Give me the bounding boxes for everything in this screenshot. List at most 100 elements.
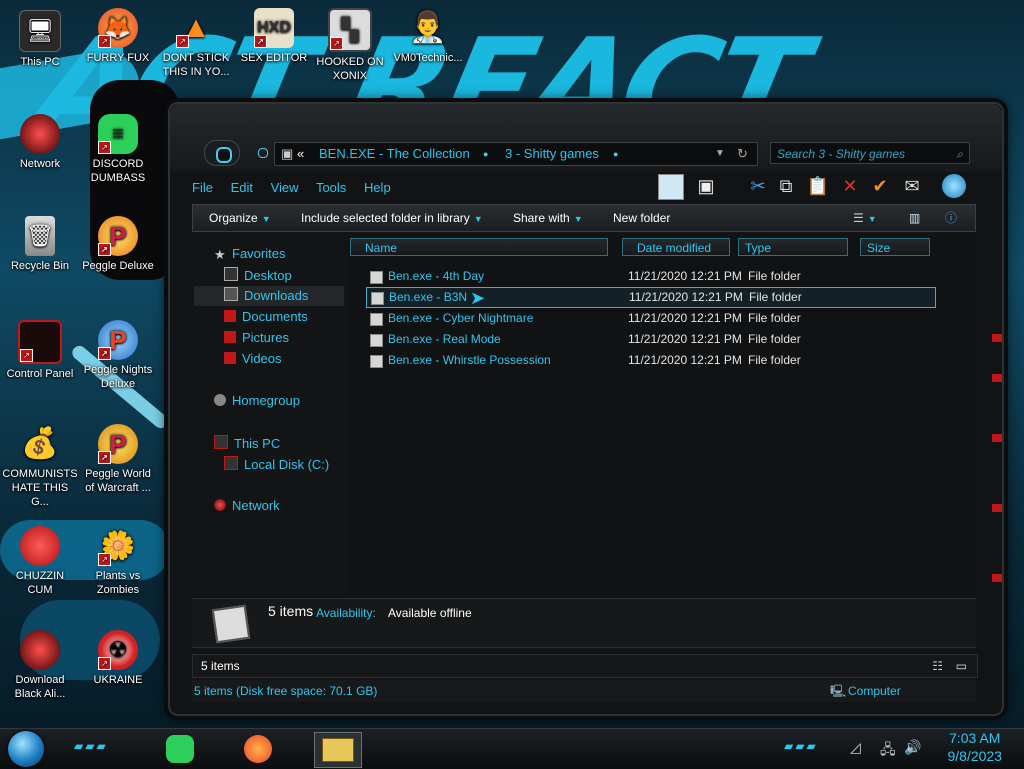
table-row[interactable]: Ben.exe - Real Mode 11/21/2020 12:21 PM …	[366, 330, 934, 349]
breadcrumb-overflow[interactable]: «	[297, 143, 304, 165]
chuzzle-icon	[20, 526, 60, 566]
desktop-icon-peggle-nights[interactable]: ↗ P Peggle Nights Deluxe	[80, 320, 156, 391]
desktop-icon-peggle-deluxe[interactable]: ↗ P Peggle Deluxe	[80, 216, 156, 273]
control-panel-icon: ↗	[18, 320, 62, 364]
drive-icon	[224, 456, 238, 470]
desktop-icon-plants-vs-zombies[interactable]: ↗ 🌼 Plants vs Zombies	[80, 526, 156, 597]
preview-pane-toggle-icon[interactable]: ▥	[909, 205, 920, 231]
nav-local-disk[interactable]: Local Disk (C:)	[224, 456, 329, 472]
checkmark-icon[interactable]: ✔	[868, 174, 892, 198]
desktop-icon-dont-stick[interactable]: ↗ ▲ DONT STICK THIS IN YO...	[158, 8, 234, 79]
desktop-icon-network[interactable]: Network	[2, 114, 78, 171]
system-clock[interactable]: 7:03 AM 9/8/2023	[948, 729, 1003, 765]
desktop-icon-download-black[interactable]: Download Black Ali...	[2, 630, 78, 701]
menu-view[interactable]: View	[271, 180, 299, 195]
desktop-icon-label: DISCORD DUMBASS	[90, 158, 146, 184]
menu-file[interactable]: File	[192, 180, 213, 195]
desktop-icon-control-panel[interactable]: ↗ Control Panel	[2, 320, 78, 381]
nav-network[interactable]: Network	[214, 498, 280, 513]
details-view-icon[interactable]: ☷	[932, 655, 943, 677]
details-pane: 5 items Availability: Available offline	[192, 598, 976, 648]
new-folder-button[interactable]: New folder	[613, 205, 670, 231]
copy-icon[interactable]: ⧉	[774, 174, 798, 198]
file-name: Ben.exe - Cyber Nightmare	[388, 311, 534, 325]
flower-icon: ↗ 🌼	[98, 526, 138, 566]
nav-downloads[interactable]: Downloads	[194, 286, 344, 306]
table-row[interactable]: Ben.exe - Whirstle Possession 11/21/2020…	[366, 351, 934, 370]
details-item-count: 5 items	[268, 603, 314, 619]
taskbar-explorer[interactable]	[314, 732, 362, 768]
search-icon[interactable]: ⌕	[956, 143, 963, 165]
address-bar[interactable]: ▣ « BEN.EXE - The Collection ● 3 - Shitt…	[274, 142, 758, 166]
folder-options-icon[interactable]: ▣	[694, 174, 718, 198]
file-type: File folder	[748, 332, 801, 346]
breadcrumb-collection[interactable]: BEN.EXE - The Collection	[319, 143, 470, 165]
help-icon[interactable]: ⓘ	[945, 205, 957, 231]
desktop-icon-sex-editor[interactable]: ↗ HXD SEX EDITOR	[236, 8, 312, 65]
desktop-icon-ukraine[interactable]: ↗ ☢ UKRAINE	[80, 630, 156, 687]
table-row[interactable]: Ben.exe - Cyber Nightmare 11/21/2020 12:…	[366, 309, 934, 328]
desktop-icon-label: HOOKED ON XONIX	[316, 56, 384, 82]
delete-icon[interactable]: ✕	[838, 174, 862, 198]
include-library-button[interactable]: Include selected folder in library ▼	[301, 205, 483, 232]
organize-button[interactable]: Organize ▼	[209, 205, 271, 232]
paste-icon[interactable]: 📋	[806, 174, 830, 198]
nav-desktop[interactable]: Desktop	[224, 267, 292, 283]
breadcrumb-separator-icon[interactable]: ●	[613, 143, 618, 165]
nav-this-pc[interactable]: This PC	[214, 435, 280, 451]
nav-pictures[interactable]: Pictures	[224, 330, 289, 345]
refresh-icon[interactable]: ↻	[737, 143, 748, 165]
file-name: Ben.exe - 4th Day	[388, 269, 485, 283]
forward-button[interactable]	[258, 148, 268, 158]
search-input[interactable]: Search 3 - Shitty games ⌕	[770, 142, 970, 164]
computer-icon: 🖥	[19, 10, 61, 52]
globe-icon[interactable]	[942, 174, 966, 198]
start-button[interactable]	[8, 731, 44, 767]
firefox-icon	[244, 735, 272, 763]
volume-icon[interactable]: 🔊	[904, 739, 921, 756]
desktop-icon-label: Network	[19, 158, 61, 170]
desktop-icon-communists[interactable]: 💰 COMMUNISTS HATE THIS G...	[2, 424, 78, 509]
desktop-icon-recycle-bin[interactable]: 🗑 Recycle Bin	[2, 216, 78, 273]
cut-icon[interactable]: ✂	[746, 174, 770, 198]
breadcrumb-separator-icon[interactable]: ●	[483, 143, 488, 165]
desktop-icon-discord[interactable]: ↗ ≡ DISCORD DUMBASS	[80, 114, 156, 185]
back-button[interactable]	[204, 140, 240, 166]
money-bag-icon: 💰	[21, 427, 59, 460]
desktop-icon-hooked-on-xonix[interactable]: ↗ ▚ HOOKED ON XONIX	[312, 8, 388, 83]
taskbar-chat-app[interactable]	[160, 732, 200, 766]
view-options-icon[interactable]: ☰ ▼	[853, 205, 877, 232]
file-date: 11/21/2020 12:21 PM	[628, 311, 742, 325]
column-header-type[interactable]: Type	[738, 238, 848, 256]
network-status-icon[interactable]: 🖧	[880, 739, 896, 763]
column-header-name[interactable]: Name	[350, 238, 608, 256]
large-icons-view-icon[interactable]: ▭	[956, 655, 967, 677]
preview-pane-icon[interactable]	[658, 174, 684, 200]
share-with-button[interactable]: Share with ▼	[513, 205, 583, 232]
column-header-size[interactable]: Size	[860, 238, 930, 256]
table-row[interactable]: Ben.exe - 4th Day 11/21/2020 12:21 PM Fi…	[366, 267, 934, 286]
desktop-icon-this-pc[interactable]: 🖥 This PC	[2, 10, 78, 69]
explorer-window[interactable]: ▣ « BEN.EXE - The Collection ● 3 - Shitt…	[168, 102, 1004, 716]
nav-homegroup[interactable]: Homegroup	[214, 393, 300, 408]
nav-favorites[interactable]: ★ Favorites	[214, 246, 285, 262]
file-type: File folder	[748, 311, 801, 325]
menu-tools[interactable]: Tools	[316, 180, 346, 195]
menu-help[interactable]: Help	[364, 180, 391, 195]
desktop-icon-vm0technic[interactable]: 👨‍⚕️ VM0Technic...	[390, 8, 466, 65]
properties-icon[interactable]: ✉	[900, 174, 924, 198]
chevron-down-icon[interactable]: ▼	[715, 143, 725, 165]
table-row-selected[interactable]: Ben.exe - B3N 11/21/2020 12:21 PM File f…	[366, 287, 936, 308]
column-header-date[interactable]: Date modified	[622, 238, 730, 256]
taskbar-firefox[interactable]	[238, 732, 278, 766]
network-icon	[214, 499, 226, 511]
desktop-icon-chuzzin-cum[interactable]: CHUZZIN CUM	[2, 526, 78, 597]
menu-edit[interactable]: Edit	[231, 180, 253, 195]
nav-videos[interactable]: Videos	[224, 351, 282, 366]
breadcrumb-shitty-games[interactable]: 3 - Shitty games	[505, 143, 599, 165]
nav-documents[interactable]: Documents	[224, 309, 308, 324]
desktop-icon-peggle-world[interactable]: ↗ P Peggle World of Warcraft ...	[80, 424, 156, 495]
desktop-icon-furry-fux[interactable]: ↗ 🦊 FURRY FUX	[80, 8, 156, 65]
action-center-icon[interactable]: ◿	[850, 739, 861, 756]
column-label: Type	[745, 241, 772, 255]
